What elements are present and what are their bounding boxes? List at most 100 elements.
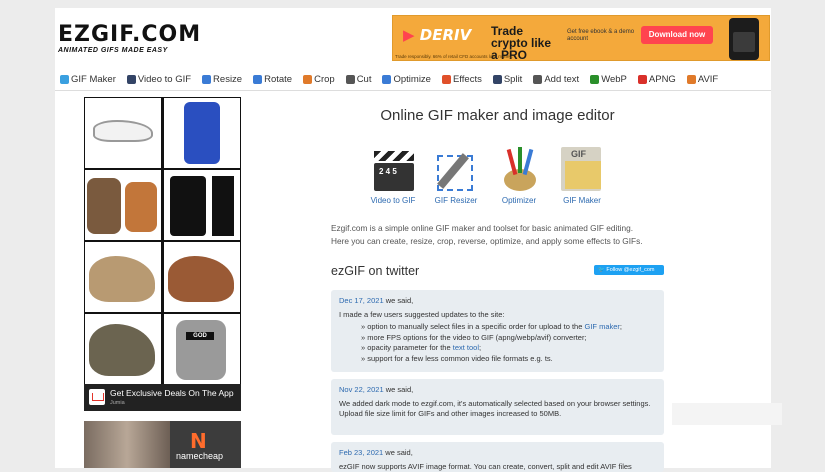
- nav-label: AVIF: [698, 74, 718, 85]
- video-to-gif-icon: [127, 75, 136, 84]
- nav-label: Add text: [544, 74, 579, 85]
- resize-icon: [202, 75, 211, 84]
- tool-label: Video to GIF: [362, 196, 424, 205]
- nav-optimize[interactable]: Optimize: [382, 74, 430, 85]
- nav-apng[interactable]: APNG: [638, 74, 676, 85]
- tool-gif-maker[interactable]: GIF GIF Maker: [551, 145, 613, 205]
- product-hoodie[interactable]: GOD: [164, 314, 240, 384]
- nav-label: Video to GIF: [138, 74, 191, 85]
- tool-label: Optimizer: [488, 196, 550, 205]
- list-item: option to manually select files in a spe…: [361, 322, 656, 333]
- list-item: more FPS options for the video to GIF (a…: [361, 333, 656, 344]
- product-boot-olive[interactable]: [85, 314, 161, 384]
- clapperboard-icon: 2 4 5: [370, 145, 416, 193]
- nav-label: Effects: [453, 74, 482, 85]
- gif-maker-icon: [60, 75, 69, 84]
- side-ad-jumia[interactable]: X GOD Get Exclusive Deals: [84, 97, 241, 411]
- intro-line-1: Ezgif.com is a simple online GIF maker a…: [331, 222, 666, 235]
- tool-label: GIF Maker: [551, 196, 613, 205]
- webp-icon: [590, 75, 599, 84]
- tweet-said: we said,: [386, 385, 414, 394]
- nav-label: Resize: [213, 74, 242, 85]
- avif-icon: [687, 75, 696, 84]
- nav-label: WebP: [601, 74, 627, 85]
- crop-icon: [303, 75, 312, 84]
- product-grid: GOD: [85, 98, 240, 384]
- phone-image: [729, 18, 759, 60]
- product-suit[interactable]: [164, 170, 240, 240]
- gif-film-icon: GIF: [559, 145, 605, 193]
- tweet-date[interactable]: Feb 23, 2021: [339, 448, 383, 457]
- corridor-image: [84, 421, 170, 468]
- tool-gif-resizer[interactable]: GIF Resizer: [425, 145, 487, 205]
- cart-icon: [89, 389, 105, 405]
- tool-optimizer[interactable]: Optimizer: [488, 145, 550, 205]
- caption-text: Get Exclusive Deals On The App: [110, 388, 234, 398]
- nav-label: GIF Maker: [71, 74, 116, 85]
- nav-crop[interactable]: Crop: [303, 74, 335, 85]
- side-ad-caption[interactable]: Get Exclusive Deals On The App Jumia: [84, 384, 241, 411]
- tweet-text: ezGIF now supports AVIF image format. Yo…: [339, 462, 656, 472]
- nav-split[interactable]: Split: [493, 74, 522, 85]
- nav-gif-maker[interactable]: GIF Maker: [60, 74, 116, 85]
- tweet-date[interactable]: Nov 22, 2021: [339, 385, 384, 394]
- logo-text: EZGIF.COM: [58, 24, 201, 46]
- nav-label: APNG: [649, 74, 676, 85]
- tweet-text: We added dark mode to ezgif.com, it's au…: [339, 399, 656, 410]
- main-nav: GIF Maker Video to GIF Resize Rotate Crop Cut…: [60, 70, 770, 88]
- paint-brushes-icon: [496, 145, 542, 193]
- namecheap-logo-icon: N: [190, 429, 207, 453]
- effects-icon: [442, 75, 451, 84]
- split-icon: [493, 75, 502, 84]
- rotate-icon: [253, 75, 262, 84]
- logo-tagline: ANIMATED GIFS MADE EASY: [58, 47, 201, 54]
- tool-label: GIF Resizer: [425, 196, 487, 205]
- nav-rotate[interactable]: Rotate: [253, 74, 292, 85]
- nav-resize[interactable]: Resize: [202, 74, 242, 85]
- ad-footnote: Trade responsibly. 66% of retail CFD acc…: [395, 54, 513, 59]
- nav-avif[interactable]: AVIF: [687, 74, 718, 85]
- list-item: opacity parameter for the text tool;: [361, 343, 656, 354]
- intro-text: Ezgif.com is a simple online GIF maker a…: [331, 222, 666, 247]
- tweet-said: we said,: [386, 296, 414, 305]
- product-tracksuit[interactable]: [164, 98, 240, 168]
- gif-maker-link[interactable]: GIF maker: [584, 322, 619, 331]
- product-chelsea-boot-tan[interactable]: [85, 242, 161, 312]
- ad-download-button[interactable]: Download now: [641, 26, 713, 44]
- nav-webp[interactable]: WebP: [590, 74, 627, 85]
- nav-label: Split: [504, 74, 522, 85]
- product-chelsea-boot-brown[interactable]: [164, 242, 240, 312]
- nav-add-text[interactable]: Add text: [533, 74, 579, 85]
- side-ad-namecheap[interactable]: N namecheap: [84, 421, 241, 468]
- twitter-follow-button[interactable]: 🐦 Follow @ezgif_com: [594, 265, 664, 275]
- product-sandals[interactable]: [85, 170, 161, 240]
- nav-effects[interactable]: Effects: [442, 74, 482, 85]
- namecheap-text: namecheap: [176, 451, 223, 461]
- deriv-logo: ▶ DERIV: [403, 26, 471, 44]
- text-tool-link[interactable]: text tool: [453, 343, 479, 352]
- nav-label: Optimize: [393, 74, 430, 85]
- resize-pen-icon: [433, 145, 479, 193]
- add-text-icon: [533, 75, 542, 84]
- twitter-heading: ezGIF on twitter: [331, 264, 419, 278]
- nav-label: Cut: [357, 74, 372, 85]
- tool-video-to-gif[interactable]: 2 4 5 Video to GIF: [362, 145, 424, 205]
- apng-icon: [638, 75, 647, 84]
- nav-video-to-gif[interactable]: Video to GIF: [127, 74, 191, 85]
- tool-shortcuts: 2 4 5 Video to GIF GIF Resizer Optimizer…: [362, 145, 622, 205]
- nav-cut[interactable]: Cut: [346, 74, 372, 85]
- site-logo[interactable]: EZGIF.COM ANIMATED GIFS MADE EASY: [58, 24, 201, 54]
- nav-label: Rotate: [264, 74, 292, 85]
- nav-label: Crop: [314, 74, 335, 85]
- ad-note: Get free ebook & a demo account: [567, 29, 637, 43]
- top-banner-ad[interactable]: ▶ DERIV Trade crypto like a PRO Get free…: [392, 15, 770, 61]
- nav-divider: [55, 90, 771, 91]
- right-ad-placeholder: [672, 403, 782, 425]
- tweet-said: we said,: [385, 448, 413, 457]
- intro-line-2: Here you can create, resize, crop, rever…: [331, 235, 666, 248]
- caption-brand: Jumia: [110, 400, 125, 406]
- optimize-icon: [382, 75, 391, 84]
- tweet-2: Nov 22, 2021 we said, We added dark mode…: [331, 379, 664, 435]
- product-loafer[interactable]: [85, 98, 161, 168]
- tweet-date[interactable]: Dec 17, 2021: [339, 296, 384, 305]
